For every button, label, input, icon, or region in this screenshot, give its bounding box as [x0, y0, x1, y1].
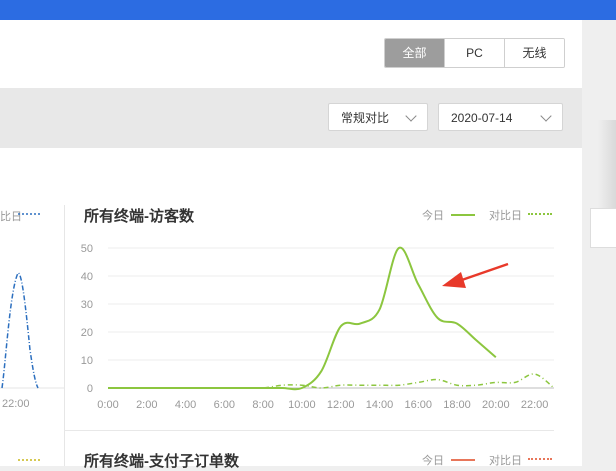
arrow-shaft	[455, 262, 509, 284]
x-tick-label: 6:00	[214, 399, 235, 411]
y-tick-label: 30	[81, 299, 93, 311]
legend-today-label: 今日	[422, 210, 444, 222]
second-legend-compare-line	[528, 458, 552, 460]
compare-mode-select[interactable]: 常规对比	[328, 103, 428, 131]
series-compare-line	[107, 373, 555, 389]
x-tick-label: 18:00	[443, 399, 471, 411]
terminal-filter-segmented: 全部 PC 无线	[384, 38, 565, 68]
x-tick-label: 0:00	[97, 399, 118, 411]
x-tick-label: 8:00	[252, 399, 273, 411]
second-legend-today-line	[451, 459, 475, 461]
chevron-down-icon	[405, 110, 417, 122]
date-select[interactable]: 2020-07-14	[438, 103, 563, 131]
left-chart-series	[1, 272, 39, 389]
y-tick-label: 20	[81, 327, 93, 339]
tab-pc[interactable]: PC	[444, 39, 504, 67]
tab-all[interactable]: 全部	[385, 39, 444, 67]
legend-compare-line	[528, 213, 552, 215]
x-tick-label: 22:00	[521, 399, 549, 411]
side-panel-shadow	[598, 120, 616, 210]
top-app-bar	[0, 0, 616, 20]
annotation-arrow	[442, 262, 509, 288]
y-tick-label: 50	[81, 243, 93, 255]
legend-compare-label: 对比日	[489, 210, 522, 222]
left-x-tick: 22:00	[2, 398, 30, 410]
x-tick-label: 14:00	[366, 399, 394, 411]
left-second-legend	[18, 459, 42, 461]
x-tick-label: 10:00	[288, 399, 316, 411]
x-tick-label: 20:00	[482, 399, 510, 411]
x-tick-label: 2:00	[136, 399, 157, 411]
row-divider	[64, 430, 554, 431]
main-chart-title: 所有终端-访客数	[84, 208, 194, 225]
second-chart-title: 所有终端-支付子订单数	[84, 453, 239, 470]
x-tick-label: 16:00	[404, 399, 432, 411]
y-tick-label: 10	[81, 355, 93, 367]
left-chart-partial: 22:00	[0, 213, 64, 410]
legend-today-line	[451, 214, 475, 216]
x-tick-label: 12:00	[327, 399, 355, 411]
visitors-line-chart: 0 10 20 30 40 50 0:00 2:00 4:00 6:00 8:00 10:00 12:0…	[81, 243, 555, 411]
chevron-down-icon	[540, 110, 552, 122]
y-tick-label: 0	[87, 383, 93, 395]
arrow-head-icon	[442, 272, 466, 288]
x-tick-label: 4:00	[175, 399, 196, 411]
side-panel-edge[interactable]	[590, 208, 616, 248]
tab-wireless[interactable]: 无线	[504, 39, 564, 67]
date-value: 2020-07-14	[451, 111, 513, 125]
y-tick-label: 40	[81, 271, 93, 283]
compare-mode-value: 常规对比	[341, 111, 390, 125]
